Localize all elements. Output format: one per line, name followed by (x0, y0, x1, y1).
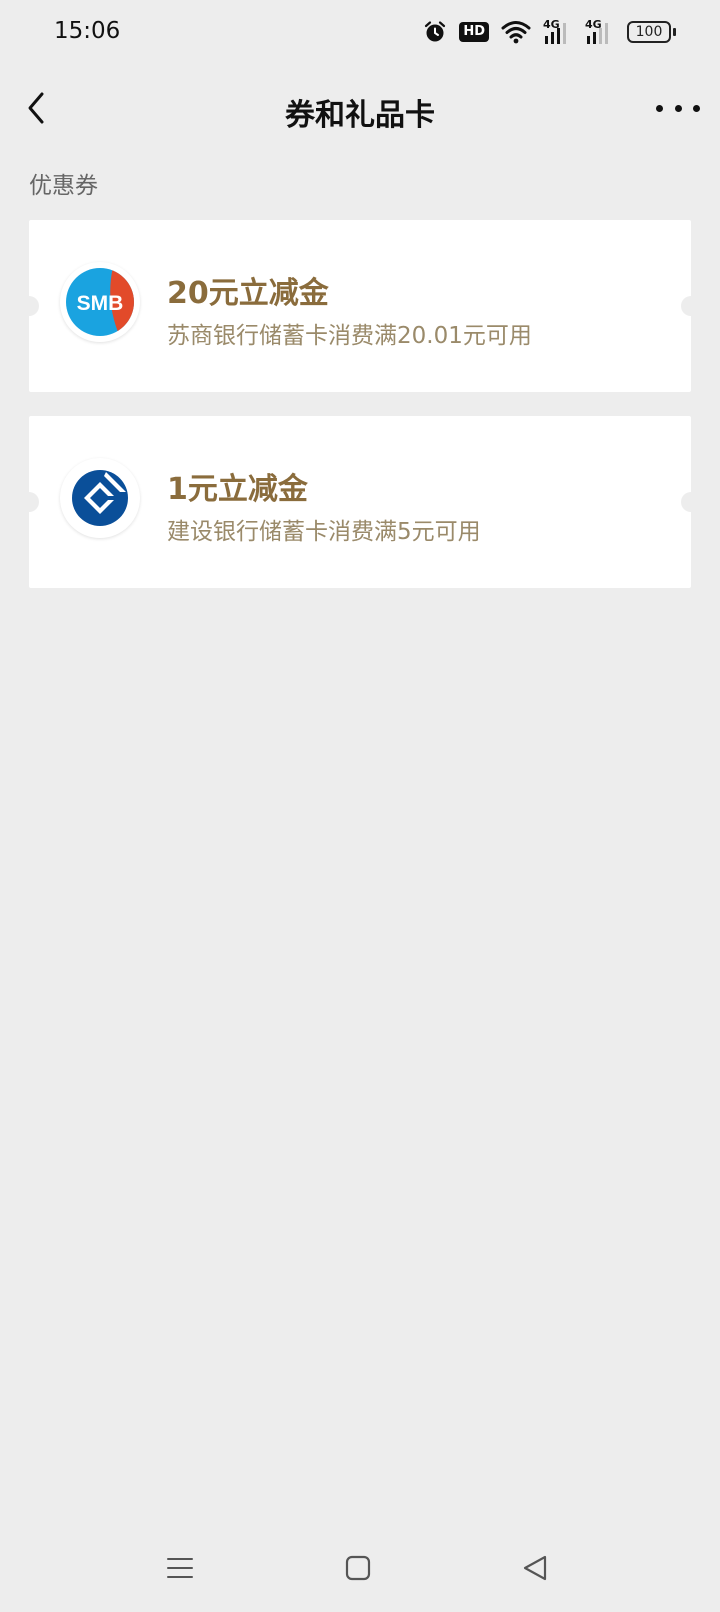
coupon-description: 苏商银行储蓄卡消费满20.01元可用 (167, 323, 532, 349)
back-triangle-icon (523, 1555, 547, 1581)
hd-icon: HD (459, 22, 489, 42)
more-dots-icon (656, 104, 663, 112)
coupon-card[interactable]: SMB 20元立减金 苏商银行储蓄卡消费满20.01元可用 (19, 220, 701, 392)
menu-icon (167, 1558, 193, 1578)
nav-bar: 券和礼品卡 (0, 64, 720, 152)
system-nav-bar (0, 1530, 720, 1612)
home-icon (345, 1555, 371, 1581)
smb-logo-text: SMB (77, 292, 124, 315)
coupon-title: 1元立减金 (167, 472, 308, 507)
coupon-card[interactable]: 1元立减金 建设银行储蓄卡消费满5元可用 (19, 416, 701, 588)
home-button[interactable] (338, 1548, 378, 1588)
alarm-icon (425, 21, 446, 42)
bank-logo-smb: SMB (60, 262, 140, 342)
battery-icon: 100 (627, 21, 676, 43)
section-title-coupons: 优惠券 (29, 173, 98, 199)
more-button[interactable] (656, 92, 700, 124)
menu-button[interactable] (160, 1548, 200, 1588)
coupon-title: 20元立减金 (167, 276, 329, 311)
page-title: 券和礼品卡 (285, 98, 435, 133)
wifi-icon (501, 21, 531, 44)
signal-4g-icon: 4G (543, 18, 573, 44)
battery-level: 100 (627, 21, 671, 43)
bank-logo-ccb (60, 458, 140, 538)
signal-4g-icon: 4G (585, 18, 615, 44)
coupon-description: 建设银行储蓄卡消费满5元可用 (167, 519, 481, 545)
status-time: 15:06 (54, 18, 121, 44)
status-icons: HD 4G 4G 100 (423, 18, 676, 46)
status-bar: 15:06 HD 4G 4G 100 (0, 0, 720, 64)
back-nav-button[interactable] (515, 1548, 555, 1588)
